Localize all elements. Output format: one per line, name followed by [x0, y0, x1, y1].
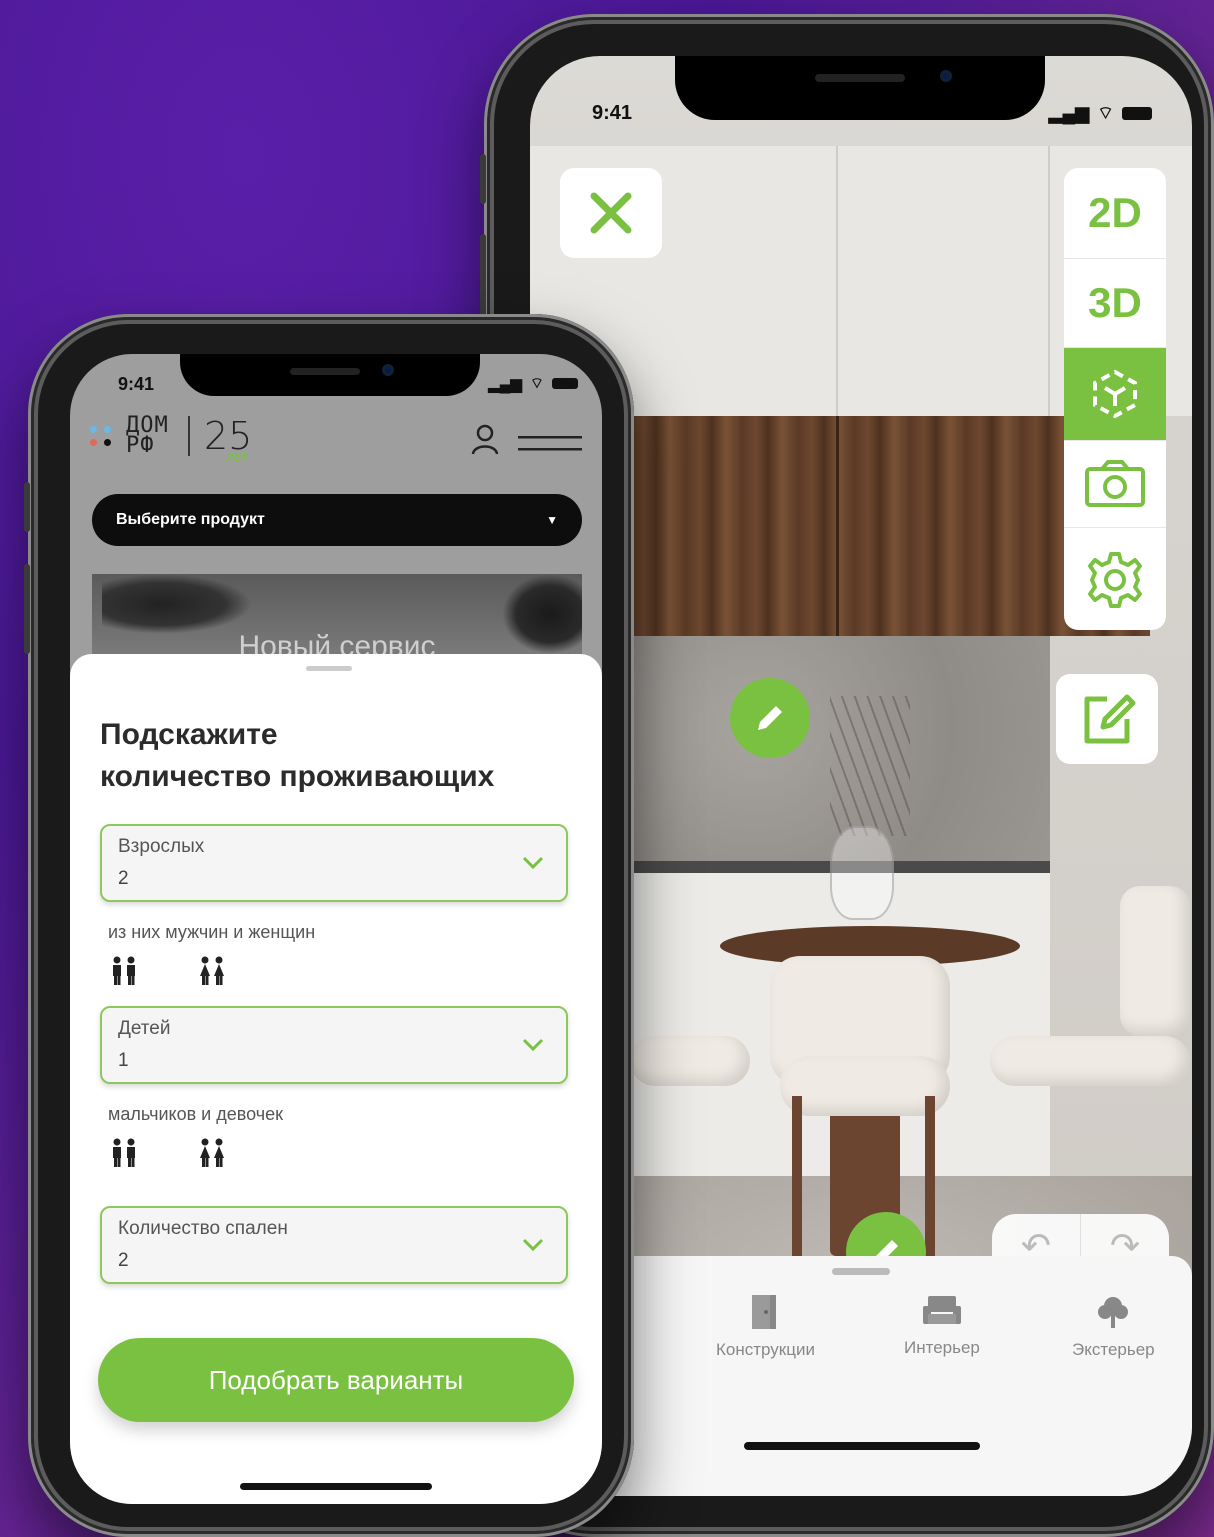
home-indicator — [240, 1483, 432, 1490]
sheet-title-line: Подскажите — [100, 718, 278, 751]
sheet-handle[interactable] — [832, 1268, 890, 1275]
signal-icon: ▂▄▆ — [1048, 103, 1090, 123]
close-icon — [590, 192, 632, 234]
adults-select[interactable]: Взрослых 2 — [100, 824, 568, 902]
category-interior[interactable]: Интерьер — [904, 1294, 980, 1358]
door-icon — [752, 1295, 777, 1329]
pencil-icon — [758, 706, 782, 730]
sheet-handle[interactable] — [306, 666, 352, 671]
women-count-icon[interactable] — [198, 956, 226, 993]
status-time: 9:41 — [592, 102, 633, 124]
logo-suffix: лет — [226, 450, 249, 464]
profile-button[interactable] — [470, 424, 500, 461]
notch — [180, 354, 480, 396]
close-button[interactable] — [560, 168, 662, 258]
banner-trees — [102, 574, 252, 634]
chair-leg — [792, 1096, 802, 1276]
children-select[interactable]: Детей 1 — [100, 1006, 568, 1084]
children-label: Детей — [118, 1018, 171, 1039]
boys-count-icon[interactable] — [110, 1138, 138, 1175]
category-label: Интерьер — [904, 1338, 980, 1357]
notch — [675, 56, 1045, 120]
bedrooms-value: 2 — [118, 1250, 129, 1271]
logo-anniversary: 25 лет — [204, 414, 252, 464]
product-select-label: Выберите продукт — [116, 511, 265, 528]
volume-button — [480, 154, 486, 204]
user-icon — [471, 424, 499, 455]
status-time: 9:41 — [118, 374, 155, 394]
adults-label: Взрослых — [118, 836, 205, 857]
chair — [990, 1036, 1190, 1086]
dropdown-triangle-icon: ▼ — [546, 513, 558, 527]
category-label: Конструкции — [716, 1340, 815, 1359]
chevron-down-icon — [522, 1032, 544, 1058]
men-count-icon[interactable] — [110, 956, 138, 993]
vase — [830, 826, 894, 920]
chevron-down-icon — [522, 1232, 544, 1258]
settings-button[interactable] — [1064, 528, 1166, 630]
product-select[interactable]: Выберите продукт ▼ — [92, 494, 582, 546]
status-icons: ▂▄▆ ⌔ — [488, 374, 578, 393]
banner-title: Новый сервис — [238, 630, 436, 654]
category-label: Экстерьер — [1072, 1340, 1155, 1359]
mode-3d-button[interactable]: 3D — [1064, 259, 1166, 348]
girls-count-icon[interactable] — [198, 1138, 226, 1175]
tree-icon — [1098, 1297, 1129, 1328]
volume-button — [24, 482, 30, 532]
logo-text: ДОМ РФ — [126, 415, 190, 457]
logo[interactable]: ДОМ РФ 25 лет — [90, 414, 252, 464]
chair-leg — [925, 1096, 935, 1276]
view-mode-panel: 2D 3D — [1064, 168, 1166, 630]
children-value: 1 — [118, 1050, 129, 1071]
children-subtitle: мальчиков и девочек — [108, 1104, 283, 1124]
ar-cube-icon — [1093, 369, 1137, 419]
volume-button — [24, 564, 30, 654]
adults-value: 2 — [118, 868, 129, 889]
gear-icon — [1088, 552, 1142, 608]
edit-note-button[interactable] — [1056, 674, 1158, 764]
camera-button[interactable] — [1064, 441, 1166, 528]
chair — [630, 1036, 750, 1086]
hamburger-icon — [518, 436, 582, 451]
chair — [1120, 886, 1190, 1036]
camera-icon — [1085, 460, 1145, 507]
bedrooms-label: Количество спален — [118, 1218, 288, 1239]
battery-icon — [1122, 107, 1152, 120]
occupants-sheet: Подскажите количество проживающих Взросл… — [70, 654, 602, 1504]
wifi-icon: ⌔ — [1097, 103, 1114, 123]
category-exterior[interactable]: Экстерьер — [1072, 1294, 1155, 1360]
edit-note-icon — [1084, 694, 1136, 744]
decor-branches — [830, 696, 910, 836]
sheet-title-line: количество проживающих — [100, 760, 495, 793]
ar-mode-button[interactable] — [1064, 348, 1166, 441]
status-icons: ▂▄▆ ⌔ — [1049, 102, 1152, 125]
phone-left: ДОМ РФ 25 лет Выберите продукт ▼ Новый с… — [24, 314, 634, 1537]
edit-point-button[interactable] — [730, 678, 810, 758]
battery-icon — [552, 378, 578, 389]
home-indicator — [744, 1442, 980, 1450]
category-constructions[interactable]: Конструкции — [716, 1294, 815, 1360]
chevron-down-icon — [522, 850, 544, 876]
bedrooms-select[interactable]: Количество спален 2 — [100, 1206, 568, 1284]
signal-icon: ▂▄▆ — [488, 375, 522, 393]
armchair-icon — [922, 1296, 961, 1324]
promo-banner[interactable]: Новый сервис — [92, 574, 582, 654]
screen-left: ДОМ РФ 25 лет Выберите продукт ▼ Новый с… — [70, 354, 602, 1504]
volume-button — [480, 234, 486, 324]
logo-dots-icon — [90, 426, 112, 446]
find-options-button[interactable]: Подобрать варианты — [98, 1338, 574, 1422]
wifi-icon: ⌔ — [529, 375, 544, 392]
sheet-title: Подскажите количество проживающих — [100, 714, 494, 798]
mode-2d-button[interactable]: 2D — [1064, 168, 1166, 259]
adults-subtitle: из них мужчин и женщин — [108, 922, 316, 942]
menu-button[interactable] — [518, 434, 582, 459]
